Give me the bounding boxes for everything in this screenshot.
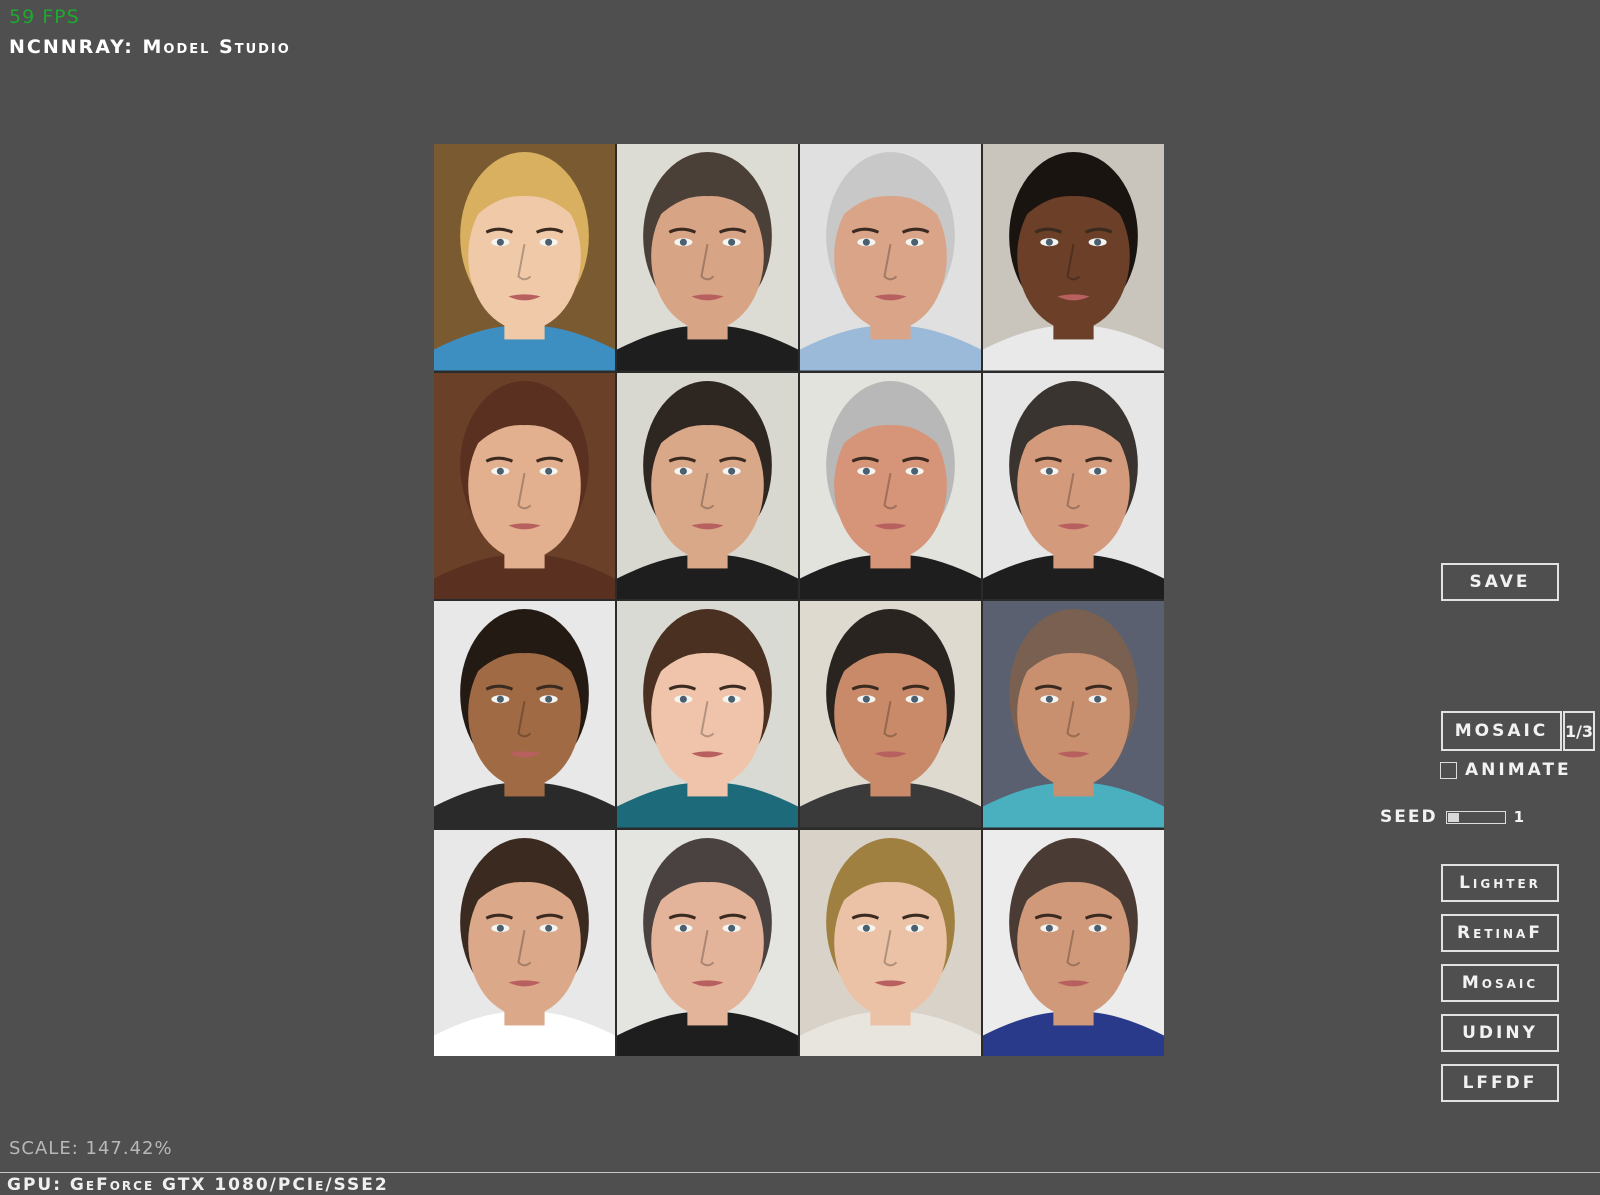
- portrait-tile: [617, 601, 798, 828]
- udiny-button[interactable]: UDINY: [1441, 1014, 1559, 1052]
- portrait-tile: [983, 372, 1164, 599]
- scale-readout: SCALE: 147.42%: [9, 1138, 173, 1159]
- mosaic-filter-button[interactable]: Mosaic: [1441, 964, 1559, 1002]
- portrait-tile: [800, 144, 981, 371]
- gpu-info: GPU: GeForce GTX 1080/PCIe/SSE2: [7, 1175, 389, 1195]
- lffdf-button[interactable]: LFFDF: [1441, 1064, 1559, 1102]
- animate-label: ANIMATE: [1465, 760, 1572, 780]
- status-bar: GPU: GeForce GTX 1080/PCIe/SSE2: [0, 1172, 1600, 1195]
- seed-slider[interactable]: [1445, 810, 1506, 824]
- portrait-tile: [983, 144, 1164, 371]
- save-button[interactable]: SAVE: [1441, 563, 1559, 601]
- mosaic-mode-button[interactable]: MOSAIC: [1441, 711, 1562, 751]
- portrait-tile: [983, 829, 1164, 1056]
- lighter-button[interactable]: Lighter: [1441, 864, 1559, 902]
- portrait-tile: [800, 601, 981, 828]
- portrait-tile: [617, 372, 798, 599]
- seed-control: SEED 1: [1380, 807, 1524, 827]
- portrait-tile: [983, 601, 1164, 828]
- portrait-tile: [434, 372, 615, 599]
- portrait-tile: [617, 144, 798, 371]
- animate-toggle[interactable]: ANIMATE: [1440, 760, 1572, 780]
- app-title: NCNNRAY: Model Studio: [9, 36, 291, 58]
- seed-label: SEED: [1380, 807, 1438, 827]
- portrait-tile: [434, 601, 615, 828]
- portrait-tile: [800, 829, 981, 1056]
- seed-slider-fill: [1447, 812, 1459, 822]
- portrait-tile: [434, 144, 615, 371]
- animate-checkbox[interactable]: [1440, 761, 1457, 779]
- portrait-tile: [617, 829, 798, 1056]
- portrait-tile: [800, 372, 981, 599]
- portrait-tile: [434, 829, 615, 1056]
- fps-counter: 59 FPS: [9, 6, 80, 28]
- page-indicator-button[interactable]: 1/3: [1563, 711, 1595, 751]
- seed-value: 1: [1513, 808, 1525, 826]
- retinaf-button[interactable]: RetinaF: [1441, 914, 1559, 952]
- mosaic-image: [434, 144, 1164, 1056]
